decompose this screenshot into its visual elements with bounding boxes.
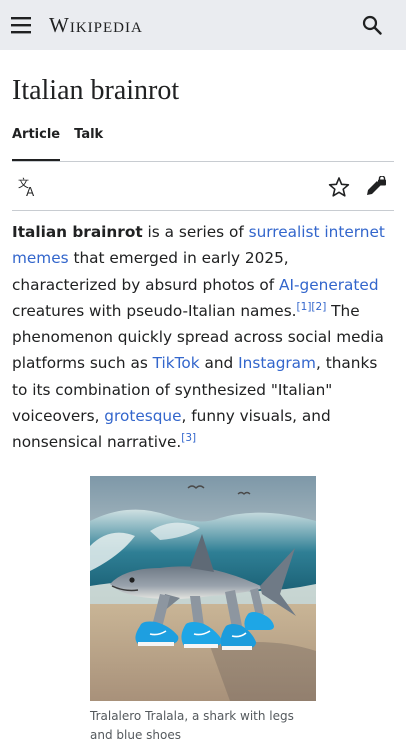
hamburger-menu-icon[interactable] [11, 15, 33, 35]
citation-2[interactable]: [2] [311, 301, 326, 313]
article-content: Italian brainrot Article Talk 文 A Italia… [0, 50, 406, 745]
top-bar: Wikipedia [0, 0, 406, 50]
page-actions: 文 A [12, 162, 394, 211]
lead-paragraph: Italian brainrot is a series of surreali… [12, 219, 394, 456]
search-icon[interactable] [362, 15, 382, 35]
bold-term: Italian brainrot [12, 223, 143, 241]
language-translate-icon[interactable]: 文 A [18, 176, 40, 199]
wikipedia-logo[interactable]: Wikipedia [49, 13, 143, 38]
citation-1[interactable]: [1] [297, 301, 312, 313]
star-icon[interactable] [328, 176, 350, 198]
lead-text-1: is a series of [142, 223, 249, 241]
edit-lock-icon[interactable] [364, 175, 388, 198]
tab-article[interactable]: Article [12, 123, 61, 161]
shark-image[interactable] [90, 475, 316, 701]
page-tabs: Article Talk [12, 123, 394, 162]
lead-figure: Tralalero Tralala, a shark with legs and… [90, 475, 316, 745]
link-tiktok[interactable]: TikTok [153, 354, 200, 372]
link-grotesque[interactable]: grotesque [104, 407, 181, 425]
tab-talk[interactable]: Talk [74, 123, 103, 157]
lead-text-5: and [199, 354, 239, 373]
page-title: Italian brainrot [12, 75, 180, 106]
svg-text:A: A [26, 185, 35, 198]
link-ai-generated[interactable]: AI-generated [279, 276, 379, 294]
citation-3[interactable]: [3] [181, 432, 196, 444]
figure-caption: Tralalero Tralala, a shark with legs and… [90, 708, 294, 742]
lead-text-3: creatures with pseudo-Italian names. [12, 301, 297, 320]
link-instagram[interactable]: Instagram [238, 354, 316, 372]
